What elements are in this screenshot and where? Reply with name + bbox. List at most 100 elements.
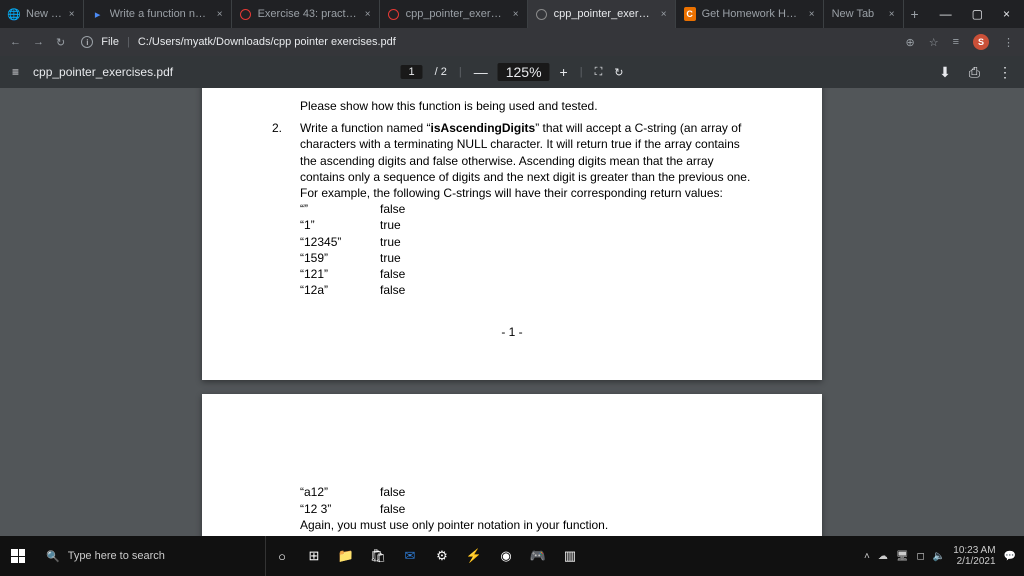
doc-icon: ▸ <box>92 8 104 20</box>
page-number: - 1 - <box>272 324 752 340</box>
new-tab-button[interactable]: + <box>904 6 926 22</box>
store-icon[interactable]: 🛍 <box>362 536 394 576</box>
hamburger-icon[interactable]: ≡ <box>12 65 19 79</box>
download-icon[interactable]: ⬇ <box>939 64 951 81</box>
tab-exercise-43[interactable]: Exercise 43: practice o… × <box>232 0 380 28</box>
clock-time: 10:23 AM <box>953 545 995 556</box>
close-icon[interactable]: × <box>365 9 371 20</box>
zoom-level[interactable]: 125% <box>498 63 550 81</box>
start-button[interactable] <box>0 549 36 563</box>
fit-page-icon[interactable]: ⛶ <box>595 66 603 79</box>
taskbar-apps: ○ ⊞ 📁 🛍 ✉ ⚙ ⚡ ◉ 🎮 ▥ <box>266 536 586 576</box>
ring-icon <box>536 8 548 20</box>
close-window-button[interactable]: × <box>1003 7 1010 21</box>
kebab-menu-icon[interactable]: ⋮ <box>1003 36 1014 49</box>
chrome-icon[interactable]: ◉ <box>490 536 522 576</box>
taskbar-clock[interactable]: 10:23 AM 2/1/2021 <box>953 545 995 567</box>
close-icon[interactable]: × <box>217 9 223 20</box>
url-scheme: File <box>101 36 119 48</box>
addrbar-actions: ⊕ ☆ ≡ S ⋮ <box>905 34 1014 50</box>
tray-overflow-icon[interactable]: ˄ <box>864 551 870 562</box>
search-icon: 🔍 <box>46 550 60 563</box>
reading-list-icon[interactable]: ≡ <box>953 36 959 48</box>
settings-icon[interactable]: ⚙ <box>426 536 458 576</box>
ring-icon <box>240 8 252 20</box>
reload-button[interactable]: ↻ <box>56 36 65 49</box>
examples-table-2: “a12”false “12 3”false <box>300 484 752 516</box>
table-row: “159”true <box>300 250 752 266</box>
question-2: 2. Write a function named “isAscendingDi… <box>272 120 752 298</box>
close-icon[interactable]: × <box>889 9 895 20</box>
tab-label: cpp_pointer_exercises… <box>554 8 655 20</box>
wifi-icon[interactable]: ◻ <box>917 551 925 562</box>
close-icon[interactable]: × <box>661 9 667 20</box>
tab-new-tab-2[interactable]: New Tab × <box>824 0 904 28</box>
pdf-viewer[interactable]: Please show how this function is being u… <box>0 88 1024 536</box>
browser-tab-strip: 🌐 New Tab × ▸ Write a function name… × E… <box>0 0 1024 28</box>
omnibox[interactable]: i File | C:/Users/myatk/Downloads/cpp po… <box>75 36 895 48</box>
page-total: / 2 <box>435 66 447 78</box>
examples-table-1: “”false “1”true “12345”true “159”true “1… <box>300 201 752 298</box>
profile-avatar[interactable]: S <box>973 34 989 50</box>
zoom-controls: — 125% + <box>474 63 568 81</box>
zoom-out-button[interactable]: — <box>474 64 488 80</box>
chegg-icon: C <box>684 8 696 20</box>
discord-icon[interactable]: 🎮 <box>522 536 554 576</box>
table-row: “12345”true <box>300 234 752 250</box>
question-para-3: Again, you must use only pointer notatio… <box>300 517 752 533</box>
tab-label: cpp_pointer_exercises… <box>406 8 507 20</box>
action-center-icon[interactable]: 💬 <box>1004 551 1016 562</box>
divider: | <box>580 66 583 78</box>
table-row: “12a”false <box>300 282 752 298</box>
window-controls: — ▢ × <box>926 7 1024 21</box>
zoom-in-button[interactable]: + <box>560 64 568 80</box>
print-icon[interactable]: ⎙ <box>969 64 980 81</box>
taskbar-search[interactable]: 🔍 Type here to search <box>36 536 266 576</box>
close-icon[interactable]: × <box>809 9 815 20</box>
file-explorer-icon[interactable]: 📁 <box>330 536 362 576</box>
forward-button[interactable]: → <box>33 36 44 48</box>
back-button[interactable]: ← <box>10 36 21 48</box>
cortana-icon[interactable]: ○ <box>266 536 298 576</box>
question-body: Write a function named “isAscendingDigit… <box>300 120 752 298</box>
question-para-2: For example, the following C-strings wil… <box>300 185 752 201</box>
tab-label: Write a function name… <box>110 8 211 20</box>
tab-new-tab-1[interactable]: 🌐 New Tab × <box>0 0 84 28</box>
tab-write-function[interactable]: ▸ Write a function name… × <box>84 0 232 28</box>
minimize-button[interactable]: — <box>940 7 952 21</box>
page-current[interactable]: 1 <box>401 65 423 79</box>
maximize-button[interactable]: ▢ <box>972 7 983 21</box>
rotate-icon[interactable]: ↻ <box>614 66 623 79</box>
more-icon[interactable]: ⋮ <box>998 64 1012 81</box>
divider: | <box>459 66 462 78</box>
question-para-4: Please show how this function is being u… <box>300 533 752 536</box>
pdf-toolbar: ≡ cpp_pointer_exercises.pdf 1 / 2 | — 12… <box>0 56 1024 88</box>
tab-cpp-pointer-active[interactable]: cpp_pointer_exercises… × <box>528 0 676 28</box>
windows-taskbar: 🔍 Type here to search ○ ⊞ 📁 🛍 ✉ ⚙ ⚡ ◉ 🎮 … <box>0 536 1024 576</box>
onedrive-icon[interactable]: ☁ <box>878 551 888 562</box>
pdf-filename: cpp_pointer_exercises.pdf <box>33 65 173 79</box>
intro-line: Please show how this function is being u… <box>300 98 752 114</box>
task-view-icon[interactable]: ⊞ <box>298 536 330 576</box>
tab-label: Get Homework Help W… <box>702 8 803 20</box>
mail-icon[interactable]: ✉ <box>394 536 426 576</box>
close-icon[interactable]: × <box>69 9 75 20</box>
address-bar: ← → ↻ i File | C:/Users/myatk/Downloads/… <box>0 28 1024 56</box>
pdf-right-controls: ⬇ ⎙ ⋮ <box>939 64 1012 81</box>
search-placeholder: Type here to search <box>68 550 165 562</box>
app-icon[interactable]: ▥ <box>554 536 586 576</box>
ring-icon <box>388 8 400 20</box>
tab-get-homework[interactable]: C Get Homework Help W… × <box>676 0 824 28</box>
pdf-center-controls: 1 / 2 | — 125% + | ⛶ ↻ <box>401 63 624 81</box>
bookmark-star-icon[interactable]: ☆ <box>929 36 939 49</box>
zoom-indicator-icon[interactable]: ⊕ <box>905 36 914 49</box>
network-icon[interactable]: 🖥 <box>896 551 909 562</box>
question-para-1: Write a function named “isAscendingDigit… <box>300 120 752 185</box>
globe-icon: 🌐 <box>8 8 20 20</box>
tab-cpp-pointer-1[interactable]: cpp_pointer_exercises… × <box>380 0 528 28</box>
item-number: 2. <box>272 120 286 298</box>
nav-buttons: ← → ↻ <box>10 36 65 49</box>
power-icon[interactable]: ⚡ <box>458 536 490 576</box>
close-icon[interactable]: × <box>513 9 519 20</box>
volume-icon[interactable]: 🔈 <box>933 551 945 562</box>
